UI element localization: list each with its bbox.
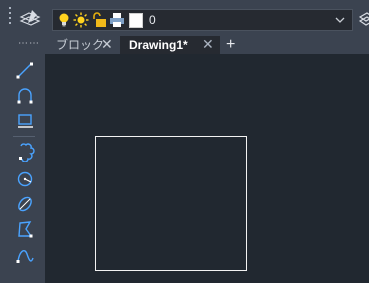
layer-dropdown[interactable]: 0 (52, 9, 353, 31)
document-tab-bar: ⋯⋯ ブロック ✕ Drawing1* ✕ + (0, 36, 369, 54)
polygon-icon[interactable] (15, 219, 35, 239)
tab-drawing1[interactable]: Drawing1* ✕ (120, 36, 220, 54)
tab-block[interactable]: ブロック ✕ (51, 36, 118, 54)
tab-overflow-menu[interactable]: ⋯⋯ (18, 39, 40, 49)
layer-properties-manager-icon[interactable] (19, 8, 41, 28)
layer-unlock-icon[interactable] (91, 12, 107, 28)
dropdown-arrow-icon[interactable] (334, 14, 346, 26)
toolbar-grip-handle[interactable] (9, 7, 12, 27)
layer-thaw-sun-icon[interactable] (73, 12, 89, 28)
draw-toolbar (0, 54, 45, 283)
rectangle-icon[interactable] (15, 110, 35, 130)
ellipse-icon[interactable] (15, 194, 35, 214)
drawing-canvas[interactable] (45, 54, 369, 283)
rectangle-entity[interactable] (95, 136, 247, 271)
match-layer-icon[interactable] (359, 8, 369, 28)
layer-plot-printer-icon[interactable] (109, 12, 125, 28)
layer-on-bulb-icon[interactable] (56, 12, 72, 28)
line-icon[interactable] (15, 60, 35, 80)
current-layer-name: 0 (149, 13, 156, 27)
close-icon[interactable]: ✕ (101, 37, 113, 51)
layer-color-swatch[interactable] (129, 13, 143, 28)
toolbar-separator (13, 136, 35, 137)
circle-icon[interactable] (15, 169, 35, 189)
arc-icon[interactable] (15, 85, 35, 105)
tab-label: Drawing1* (129, 38, 188, 52)
tab-label: ブロック (56, 38, 105, 52)
close-icon[interactable]: ✕ (202, 37, 214, 51)
new-tab-button[interactable]: + (226, 36, 235, 53)
revision-cloud-icon[interactable] (15, 142, 35, 162)
layer-toolbar: 0 (0, 0, 369, 36)
spline-icon[interactable] (15, 246, 35, 266)
